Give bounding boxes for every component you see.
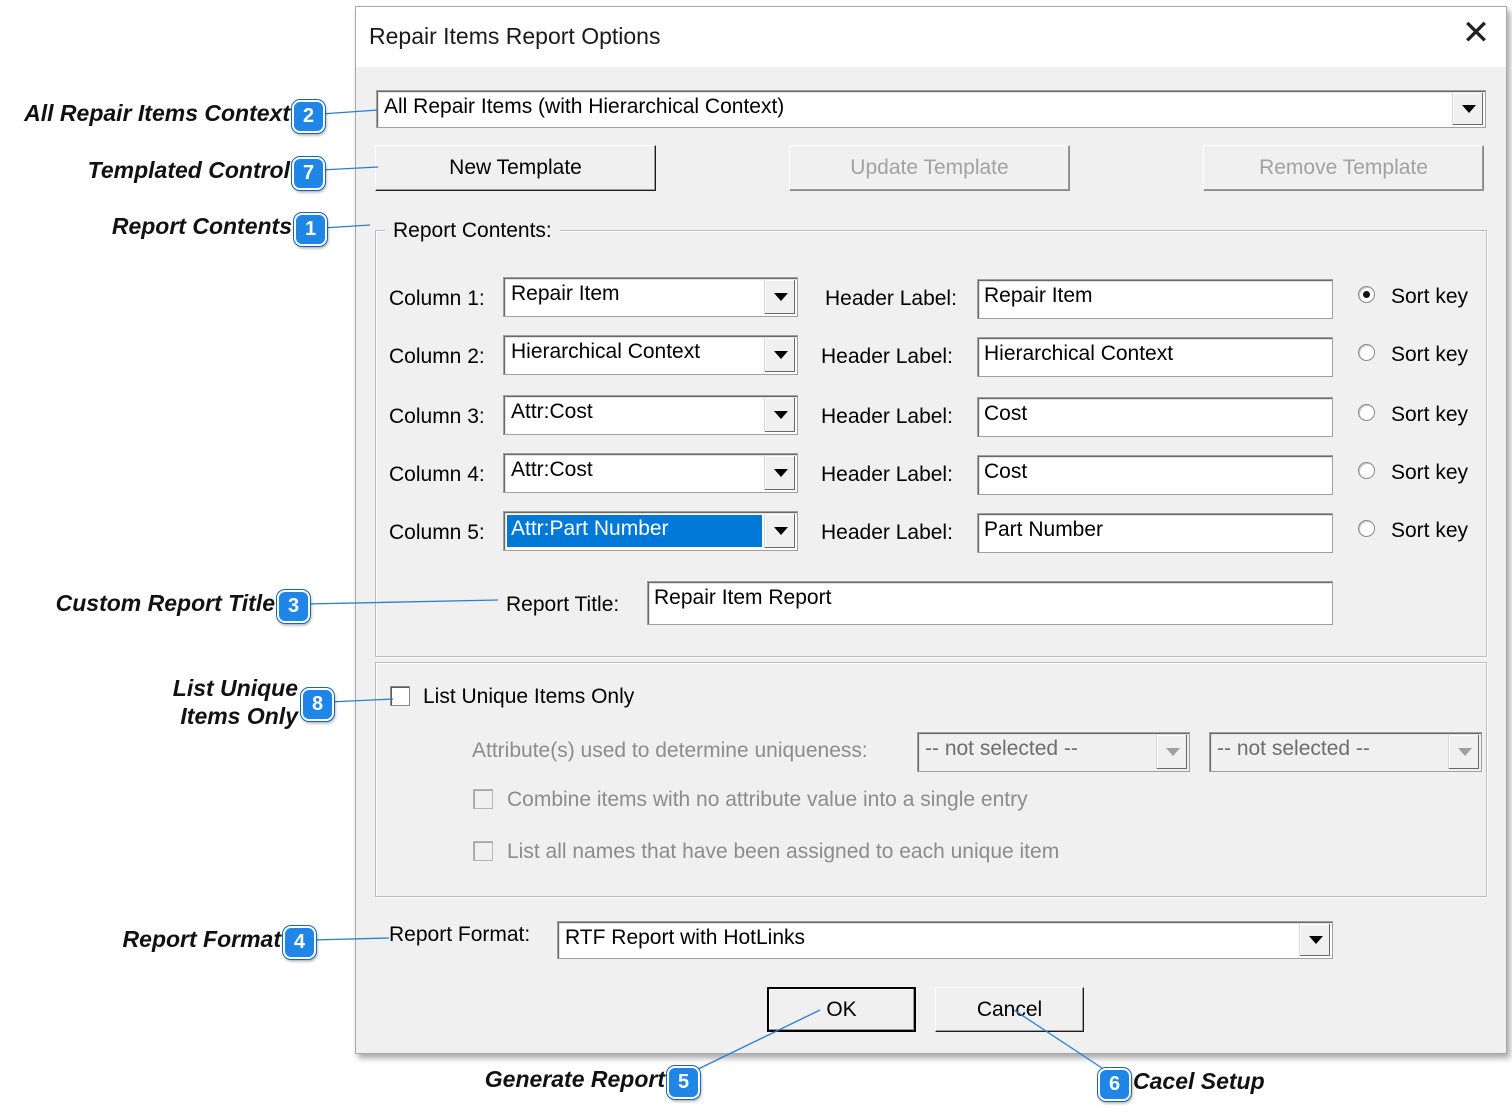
callout-1-text: Report Contents xyxy=(111,213,292,239)
callout-4-badge: 4 xyxy=(283,926,316,959)
leader-line-1 xyxy=(322,224,371,229)
callout-8-badge: 8 xyxy=(301,688,334,721)
leader-line-4 xyxy=(311,937,390,941)
callout-8-text: List Unique Items Only xyxy=(173,674,298,730)
callout-3-badge: 3 xyxy=(277,590,310,623)
leader-line-8 xyxy=(329,698,394,703)
leader-line-7 xyxy=(320,166,379,171)
callout-8-text-line1: List Unique xyxy=(172,675,298,701)
callout-2-text: All Repair Items Context xyxy=(24,100,290,126)
callout-6-text: Cacel Setup xyxy=(1133,1068,1265,1094)
callout-4-text: Report Format xyxy=(122,926,281,952)
leader-line-5 xyxy=(691,1009,821,1073)
leader-line-2 xyxy=(320,109,379,115)
callout-6-badge: 6 xyxy=(1098,1068,1131,1101)
callout-5-text: Generate Report xyxy=(484,1066,665,1092)
callout-2-badge: 2 xyxy=(292,100,325,133)
callout-3-text: Custom Report Title xyxy=(55,590,275,616)
leader-line-3 xyxy=(305,599,499,605)
callout-7-badge: 7 xyxy=(292,157,325,190)
callout-7-text: Templated Control xyxy=(87,157,290,183)
callout-1-badge: 1 xyxy=(294,213,327,246)
leader-line-6 xyxy=(1013,1009,1109,1073)
callout-8-text-line2: Items Only xyxy=(180,703,298,729)
callout-5-badge: 5 xyxy=(667,1066,700,1099)
